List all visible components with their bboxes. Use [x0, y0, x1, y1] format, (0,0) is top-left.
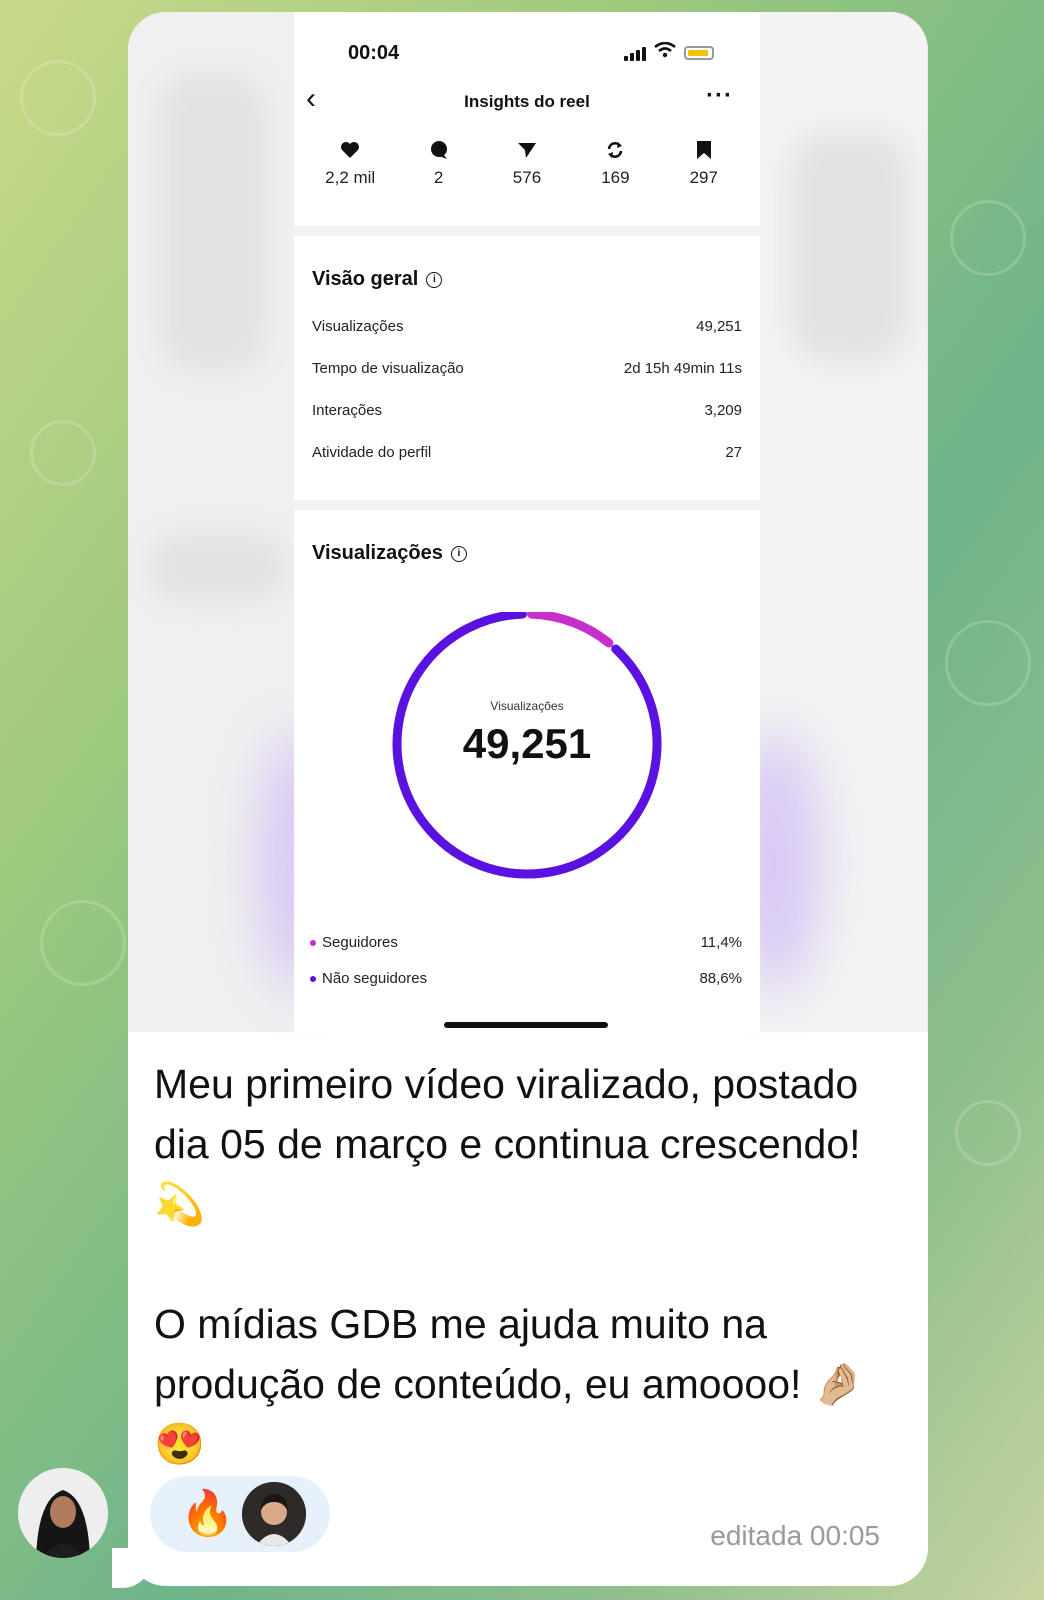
stat-shares: 576 [487, 138, 567, 234]
background-doodle [945, 620, 1031, 706]
wifi-icon [654, 41, 676, 63]
edited-timestamp: editada 00:05 [710, 1520, 880, 1551]
divider [294, 500, 760, 510]
views-title-text: Visualizações [312, 542, 443, 564]
donut-center-label: Visualizações [490, 699, 563, 713]
blurred-edge-right [730, 12, 926, 1032]
stat-saves: 297 [664, 138, 744, 234]
blurred-edge-left [128, 12, 338, 1032]
page-title: Insights do reel [464, 92, 590, 111]
send-icon [517, 138, 537, 162]
signal-icon [624, 45, 646, 61]
status-time: 00:04 [348, 42, 400, 64]
row-value: 49,251 [696, 318, 742, 335]
background-doodle [30, 420, 96, 486]
stat-value: 297 [689, 168, 718, 187]
heart-icon [340, 138, 360, 162]
more-options-icon[interactable]: ··· [706, 82, 733, 110]
comment-icon [429, 138, 449, 162]
legend-label: Seguidores [322, 934, 398, 951]
reactor-avatar[interactable] [242, 1482, 306, 1546]
row-label: Atividade do perfil [312, 444, 432, 461]
overview-row: Tempo de visualização 2d 15h 49min 11s [312, 360, 742, 377]
legend-dot [310, 940, 316, 947]
reaction-pill[interactable]: 🔥 [150, 1476, 330, 1552]
views-donut-chart: Visualizações 49,251 [294, 609, 760, 902]
nav-bar: ‹ Insights do reel ··· [294, 80, 760, 124]
stat-value: 169 [601, 168, 630, 187]
divider [294, 226, 760, 236]
screenshot-image[interactable]: 00:04 ‹ Insights do reel ··· 2,2 mil 2 5… [128, 12, 928, 1032]
row-value: 27 [725, 444, 742, 461]
stat-comments: 2 [399, 138, 479, 234]
repost-icon [605, 138, 625, 162]
status-icons [624, 41, 714, 63]
fire-reaction-emoji[interactable]: 🔥 [180, 1488, 235, 1540]
battery-icon [684, 45, 714, 60]
row-value: 2d 15h 49min 11s [623, 360, 742, 377]
legend-dot [310, 976, 316, 983]
info-icon[interactable]: i [426, 271, 443, 288]
overview-row: Atividade do perfil 27 [312, 444, 742, 461]
overview-row: Interações 3,209 [312, 402, 742, 419]
stat-value: 2,2 mil [325, 168, 376, 187]
views-title: Visualizações i [312, 542, 467, 565]
overview-row: Visualizações 49,251 [312, 318, 742, 335]
row-label: Visualizações [312, 318, 404, 335]
stat-value: 576 [512, 168, 542, 187]
donut-segment-followers [527, 609, 614, 648]
message-text: Meu primeiro vídeo viralizado, postado d… [154, 1061, 864, 1467]
row-label: Tempo de visualização [312, 360, 464, 377]
overview-title: Visão geral i [312, 268, 443, 291]
legend-followers: Seguidores 11,4% [310, 934, 742, 951]
stat-likes: 2,2 mil [310, 138, 390, 234]
stat-reposts: 169 [575, 138, 655, 234]
stat-value: 2 [433, 168, 444, 187]
legend-value: 11,4% [700, 934, 742, 951]
row-value: 3,209 [704, 402, 742, 419]
phone-screen: 00:04 ‹ Insights do reel ··· 2,2 mil 2 5… [294, 12, 760, 1032]
legend-label: Não seguidores [322, 970, 428, 987]
overview-title-text: Visão geral [312, 268, 419, 290]
donut-center-value: 49,251 [463, 720, 591, 767]
background-doodle [20, 60, 96, 136]
legend-non-followers: Não seguidores 88,6% [310, 970, 742, 987]
row-label: Interações [312, 402, 383, 419]
sender-avatar[interactable] [18, 1468, 108, 1558]
background-doodle [955, 1100, 1021, 1166]
background-doodle [40, 900, 126, 986]
background-doodle [950, 200, 1026, 276]
info-icon[interactable]: i [450, 545, 467, 562]
home-indicator [444, 1022, 608, 1028]
reel-stats: 2,2 mil 2 576 169 297 [294, 138, 760, 234]
bookmark-icon [696, 138, 712, 162]
legend-value: 88,6% [699, 970, 742, 987]
donut-svg: Visualizações 49,251 [392, 609, 662, 879]
message-bubble[interactable]: 00:04 ‹ Insights do reel ··· 2,2 mil 2 5… [128, 12, 928, 1586]
